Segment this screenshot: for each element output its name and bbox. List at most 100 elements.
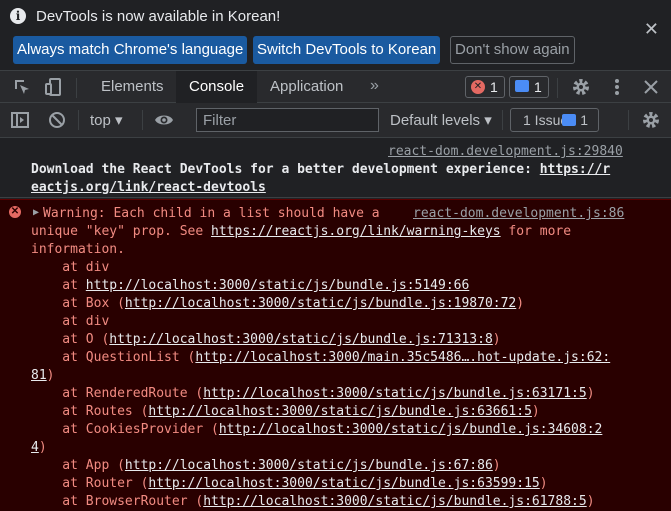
error-icon: ✕: [471, 80, 485, 94]
device-toggle-icon[interactable]: [44, 77, 64, 97]
issues-button[interactable]: 1 Issue: 1: [510, 108, 600, 132]
kebab-menu-icon[interactable]: [607, 77, 627, 97]
always-match-language-button[interactable]: Always match Chrome's language: [13, 36, 248, 64]
language-banner: i DevTools is now available in Korean! ✕…: [0, 0, 671, 70]
tab-console[interactable]: Console: [176, 71, 258, 103]
stack-frame-text: ): [492, 332, 501, 347]
stack-frame: at Box (http://localhost:3000/static/js/…: [31, 296, 524, 311]
stack-frame-link[interactable]: http://localhost:3000/main.35c5486….hot-…: [195, 350, 610, 365]
stack-frame-text: at Router (: [31, 476, 149, 491]
message-icon: [515, 80, 529, 92]
stack-frame-text: at div: [31, 314, 110, 329]
switch-to-korean-button[interactable]: Switch DevTools to Korean: [253, 36, 441, 64]
stack-frame-text: ): [492, 458, 501, 473]
info-text: Download the React DevTools for a better…: [31, 162, 540, 177]
error-line-3: information.: [31, 242, 125, 257]
log-levels-dropdown[interactable]: Default levels ▾: [390, 111, 492, 129]
error-line-1: Warning: Each child in a list should hav…: [43, 206, 380, 221]
divider: [142, 110, 143, 130]
error-line-2: unique "key" prop. See https://reactjs.o…: [31, 224, 571, 239]
stack-frame: at BrowserRouter (http://localhost:3000/…: [31, 494, 595, 509]
sidebar-icon[interactable]: [10, 110, 30, 130]
stack-frame: at QuestionList (http://localhost:3000/m…: [31, 350, 610, 365]
stack-frame-link[interactable]: http://localhost:3000/static/js/bundle.j…: [125, 458, 493, 473]
clear-console-icon[interactable]: [47, 110, 67, 130]
stack-frame: at CookiesProvider (http://localhost:300…: [31, 422, 602, 437]
stack-frame-text: ): [46, 368, 55, 383]
stack-frame: at Routes (http://localhost:3000/static/…: [31, 404, 539, 419]
stack-frame-text: at CookiesProvider (: [31, 422, 219, 437]
dont-show-again-button[interactable]: Don't show again: [450, 36, 575, 64]
stack-frame-text: at BrowserRouter (: [31, 494, 204, 509]
stack-frame-link[interactable]: http://localhost:3000/static/js/bundle.j…: [203, 386, 587, 401]
eye-icon[interactable]: [154, 110, 174, 130]
stack-frame-text: ): [38, 440, 47, 455]
tab-application[interactable]: Application: [257, 71, 356, 103]
divider: [557, 78, 558, 98]
stack-frame: at App (http://localhost:3000/static/js/…: [31, 458, 501, 473]
error-source-link[interactable]: react-dom.development.js:86: [413, 206, 624, 221]
info-line-1: Download the React DevTools for a better…: [31, 162, 610, 177]
message-count-badge[interactable]: 1: [509, 76, 549, 98]
filter-input[interactable]: [196, 108, 379, 132]
stack-frame-link[interactable]: http://localhost:3000/static/js/bundle.j…: [219, 422, 603, 437]
error-count: 1: [490, 79, 498, 95]
error-message-row[interactable]: ✕ ▶ Warning: Each child in a list should…: [0, 199, 671, 511]
error-text: unique "key" prop. See: [31, 224, 212, 239]
stack-frame-text: at Box (: [31, 296, 125, 311]
divider: [78, 110, 79, 130]
stack-frame-link[interactable]: http://localhost:3000/static/js/bundle.j…: [86, 278, 470, 293]
console-toolbar: top ▾ Default levels ▾ 1 Issue: 1: [0, 103, 671, 138]
gear-icon[interactable]: [571, 77, 591, 97]
close-devtools-icon[interactable]: [641, 77, 661, 97]
message-icon: [562, 114, 577, 126]
stack-frame-link[interactable]: 81: [31, 368, 47, 383]
more-tabs-icon[interactable]: »: [370, 71, 379, 101]
stack-frame-text: at div: [31, 260, 110, 275]
devtools-tabbar: Elements Console Application » ✕ 1 1: [0, 70, 671, 103]
stack-frame: at div: [31, 314, 109, 329]
close-icon[interactable]: ✕: [644, 20, 659, 38]
stack-frame-link[interactable]: 4: [31, 440, 39, 455]
react-devtools-link[interactable]: https://r: [540, 162, 610, 177]
divider: [76, 78, 77, 98]
stack-frame-text: ): [539, 476, 548, 491]
stack-frame-text: ): [586, 494, 595, 509]
stack-frame-link[interactable]: http://localhost:3000/static/js/bundle.j…: [203, 494, 587, 509]
console-output: react-dom.development.js:29840 Download …: [0, 138, 671, 511]
info-icon: i: [10, 8, 26, 24]
stack-frame-text: at RenderedRoute (: [31, 386, 204, 401]
inspect-icon[interactable]: [12, 77, 32, 97]
stack-frame-text: at O (: [31, 332, 110, 347]
info-line-2: eactjs.org/link/react-devtools: [31, 180, 266, 195]
stack-frame-text: ): [586, 386, 595, 401]
react-devtools-link-cont[interactable]: eactjs.org/link/react-devtools: [31, 180, 266, 195]
banner-title: DevTools is now available in Korean!: [36, 8, 281, 25]
divider: [628, 110, 629, 130]
stack-frame-link[interactable]: http://localhost:3000/static/js/bundle.j…: [125, 296, 516, 311]
issues-count: 1: [580, 112, 589, 128]
stack-frame: at RenderedRoute (http://localhost:3000/…: [31, 386, 595, 401]
info-message-row: react-dom.development.js:29840 Download …: [0, 138, 671, 198]
stack-frame: at div: [31, 260, 109, 275]
console-settings-gear-icon[interactable]: [641, 110, 661, 130]
error-count-badge[interactable]: ✕ 1: [465, 76, 505, 98]
divider: [502, 110, 503, 130]
stack-frame-text: at QuestionList (: [31, 350, 196, 365]
info-source-link[interactable]: react-dom.development.js:29840: [388, 144, 623, 159]
stack-frame-link[interactable]: http://localhost:3000/static/js/bundle.j…: [148, 476, 539, 491]
stack-frame: 81): [31, 368, 54, 383]
stack-frame: at O (http://localhost:3000/static/js/bu…: [31, 332, 501, 347]
stack-frame-link[interactable]: http://localhost:3000/static/js/bundle.j…: [148, 404, 532, 419]
expand-triangle-icon[interactable]: ▶: [33, 207, 39, 218]
tab-elements[interactable]: Elements: [88, 71, 177, 103]
stack-frame-text: at: [31, 278, 86, 293]
stack-frame: 4): [31, 440, 47, 455]
stack-frame: at http://localhost:3000/static/js/bundl…: [31, 278, 469, 293]
stack-frame-link[interactable]: http://localhost:3000/static/js/bundle.j…: [109, 332, 493, 347]
error-icon: ✕: [9, 206, 21, 218]
error-text: for more: [500, 224, 572, 239]
message-count: 1: [534, 79, 542, 95]
context-selector[interactable]: top ▾: [90, 111, 123, 129]
warning-keys-link[interactable]: https://reactjs.org/link/warning-keys: [211, 224, 501, 239]
